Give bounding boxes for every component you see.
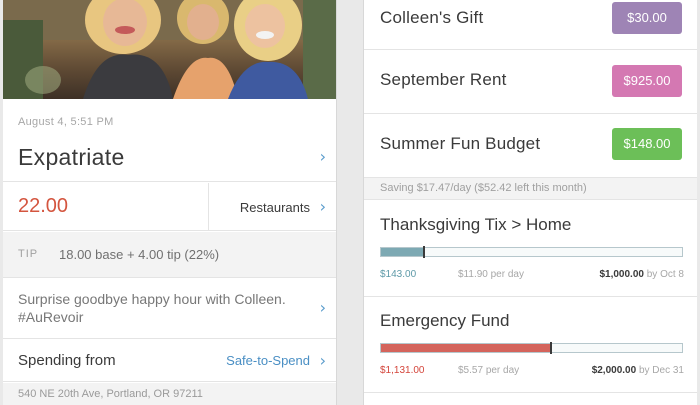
saving-rate-row: Saving $17.47/day ($52.42 left this mont… bbox=[364, 178, 697, 200]
target-amount: $2,000.00 by Dec 31 bbox=[592, 365, 684, 376]
saved-amount: $1,131.00 bbox=[380, 365, 425, 376]
progress-fill bbox=[381, 344, 552, 352]
goal-name: Colleen's Gift bbox=[380, 8, 484, 27]
transaction-detail-screen: August 4, 5:51 PM Expatriate › 22.00 Res… bbox=[3, 0, 337, 405]
spending-from-label: Spending from bbox=[18, 352, 116, 369]
transaction-note: Surprise goodbye happy hour with Colleen… bbox=[18, 291, 286, 325]
saving-rate-text: Saving $17.47/day ($52.42 left this mont… bbox=[380, 182, 587, 194]
per-day-value: $11.90 bbox=[458, 269, 488, 280]
progress-goal-thanksgiving[interactable]: Thanksgiving Tix > Home $143.00 $11.90 p… bbox=[364, 201, 697, 297]
per-day-value: $5.57 bbox=[458, 365, 484, 376]
progress-marker bbox=[423, 246, 426, 258]
progress-track bbox=[380, 246, 683, 258]
per-day-unit: per day bbox=[485, 365, 520, 376]
merchant-row[interactable]: Expatriate › bbox=[3, 132, 336, 182]
goal-row-colleens-gift[interactable]: Colleen's Gift $30.00 bbox=[364, 0, 697, 50]
per-day-rate: $11.90 per day bbox=[458, 269, 524, 280]
divider bbox=[208, 183, 209, 231]
target-amount: $1,000.00 by Oct 8 bbox=[599, 269, 684, 280]
goal-name: September Rent bbox=[380, 70, 507, 89]
goal-amount-badge: $148.00 bbox=[612, 128, 682, 160]
note-row[interactable]: Surprise goodbye happy hour with Colleen… bbox=[3, 279, 336, 339]
target-date: by Oct 8 bbox=[646, 269, 684, 280]
goals-screen: Colleen's Gift $30.00 September Rent $92… bbox=[363, 0, 697, 405]
tip-label: TIP bbox=[18, 248, 39, 260]
transaction-amount[interactable]: 22.00 bbox=[18, 195, 68, 218]
saved-amount: $143.00 bbox=[380, 269, 417, 280]
target-value: $2,000.00 bbox=[591, 365, 637, 376]
target-value: $1,000.00 bbox=[599, 269, 644, 280]
goal-amount-badge: $30.00 bbox=[612, 2, 682, 34]
goal-row-summer-fun-budget[interactable]: Summer Fun Budget $148.00 bbox=[364, 114, 697, 178]
per-day-unit: per day bbox=[490, 269, 524, 280]
transaction-date: August 4, 5:51 PM bbox=[18, 116, 114, 128]
chevron-right-icon: › bbox=[319, 351, 326, 370]
progress-goal-emergency[interactable]: Emergency Fund $1,131.00 $5.57 per day $… bbox=[364, 297, 697, 393]
category-label[interactable]: Restaurants bbox=[240, 200, 310, 215]
progress-fill bbox=[381, 248, 425, 256]
progress-marker bbox=[550, 342, 553, 354]
chevron-right-icon: › bbox=[319, 147, 326, 166]
per-day-rate: $5.57 per day bbox=[458, 365, 519, 376]
tip-row[interactable]: TIP 18.00 base + 4.00 tip (22%) bbox=[3, 232, 336, 278]
amount-category-row: 22.00 Restaurants › bbox=[3, 183, 336, 231]
chevron-right-icon: › bbox=[319, 298, 326, 317]
transaction-address: 540 NE 20th Ave, Portland, OR 97211 bbox=[18, 388, 203, 400]
progress-goal-title: Emergency Fund bbox=[380, 311, 510, 330]
merchant-name: Expatriate bbox=[18, 144, 125, 170]
spending-from-value: Safe-to-Spend bbox=[226, 353, 310, 368]
progress-goal-title: Thanksgiving Tix > Home bbox=[380, 215, 572, 234]
tip-breakdown: 18.00 base + 4.00 tip (22%) bbox=[59, 247, 220, 262]
chevron-right-icon: › bbox=[319, 197, 326, 216]
address-row[interactable]: 540 NE 20th Ave, Portland, OR 97211 bbox=[3, 383, 336, 405]
goal-amount-badge: $925.00 bbox=[612, 65, 682, 97]
target-date: by Dec 31 bbox=[638, 365, 684, 376]
goal-row-september-rent[interactable]: September Rent $925.00 bbox=[364, 50, 697, 114]
transaction-photo[interactable] bbox=[3, 0, 336, 99]
spending-from-row[interactable]: Spending from Safe-to-Spend › bbox=[3, 340, 336, 382]
goal-name: Summer Fun Budget bbox=[380, 134, 541, 153]
progress-track bbox=[380, 342, 683, 354]
